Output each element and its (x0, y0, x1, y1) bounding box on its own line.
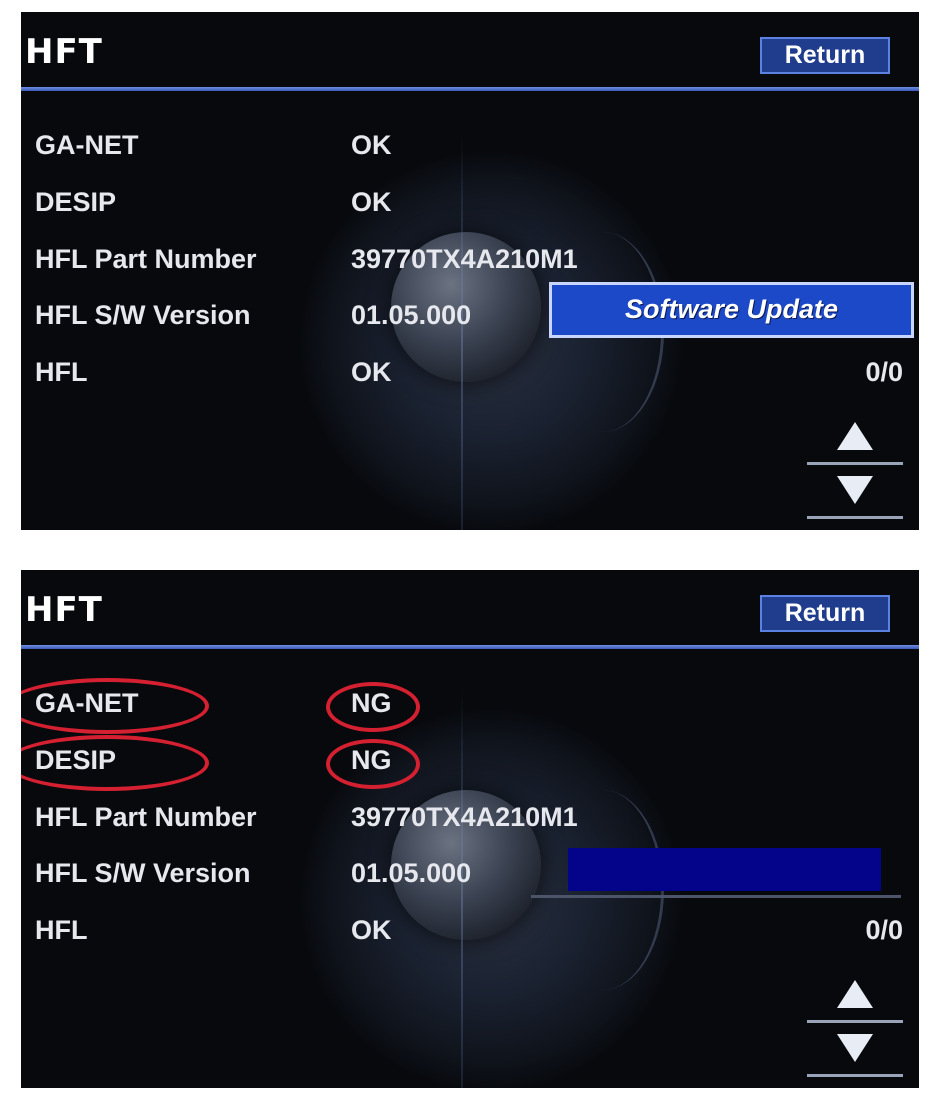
title-divider (21, 645, 919, 649)
page-count: 0/0 (865, 915, 903, 945)
row-label-desip: DESIP (35, 745, 117, 775)
row-label-hfl: HFL (35, 915, 88, 945)
row-label-hfl-part-number: HFL Part Number (35, 802, 257, 832)
triangle-up-icon (837, 422, 873, 450)
row-value-ga-net: NG (351, 688, 392, 718)
row-label-ga-net: GA-NET (35, 130, 139, 160)
hft-screen-normal: HFT Return GA-NET OK DESIP OK HFL Part N… (21, 12, 919, 530)
return-button[interactable]: Return (760, 37, 890, 74)
row-value-hfl-sw-version: 01.05.000 (351, 300, 472, 330)
row-value-hfl-sw-version: 01.05.000 (351, 858, 472, 888)
row-label-hfl: HFL (35, 357, 88, 387)
scroll-down-button[interactable] (807, 1022, 903, 1077)
scroll-down-button[interactable] (807, 464, 903, 519)
title-divider (21, 87, 919, 91)
row-value-hfl-part-number: 39770TX4A210M1 (351, 802, 578, 832)
row-label-desip: DESIP (35, 187, 117, 217)
triangle-down-icon (837, 1034, 873, 1062)
row-value-desip: NG (351, 745, 392, 775)
return-button[interactable]: Return (760, 595, 890, 632)
software-update-placeholder-bar (568, 848, 881, 891)
hft-screen-error: HFT Return GA-NET NG DESIP NG HFL Part N… (21, 570, 919, 1088)
triangle-down-icon (837, 476, 873, 504)
software-update-underline (531, 895, 901, 898)
background-line (461, 132, 463, 530)
screen-title: HFT (25, 32, 103, 72)
row-value-hfl: OK (351, 357, 392, 387)
row-value-ga-net: OK (351, 130, 392, 160)
background-line (461, 690, 463, 1088)
row-label-hfl-sw-version: HFL S/W Version (35, 300, 251, 330)
triangle-up-icon (837, 980, 873, 1008)
row-value-desip: OK (351, 187, 392, 217)
page-count: 0/0 (865, 357, 903, 387)
scroll-up-button[interactable] (807, 968, 903, 1023)
row-label-hfl-part-number: HFL Part Number (35, 244, 257, 274)
scroll-up-button[interactable] (807, 410, 903, 465)
screen-title: HFT (25, 590, 103, 630)
software-update-button[interactable]: Software Update (549, 282, 914, 338)
row-value-hfl: OK (351, 915, 392, 945)
row-value-hfl-part-number: 39770TX4A210M1 (351, 244, 578, 274)
row-label-ga-net: GA-NET (35, 688, 139, 718)
row-label-hfl-sw-version: HFL S/W Version (35, 858, 251, 888)
